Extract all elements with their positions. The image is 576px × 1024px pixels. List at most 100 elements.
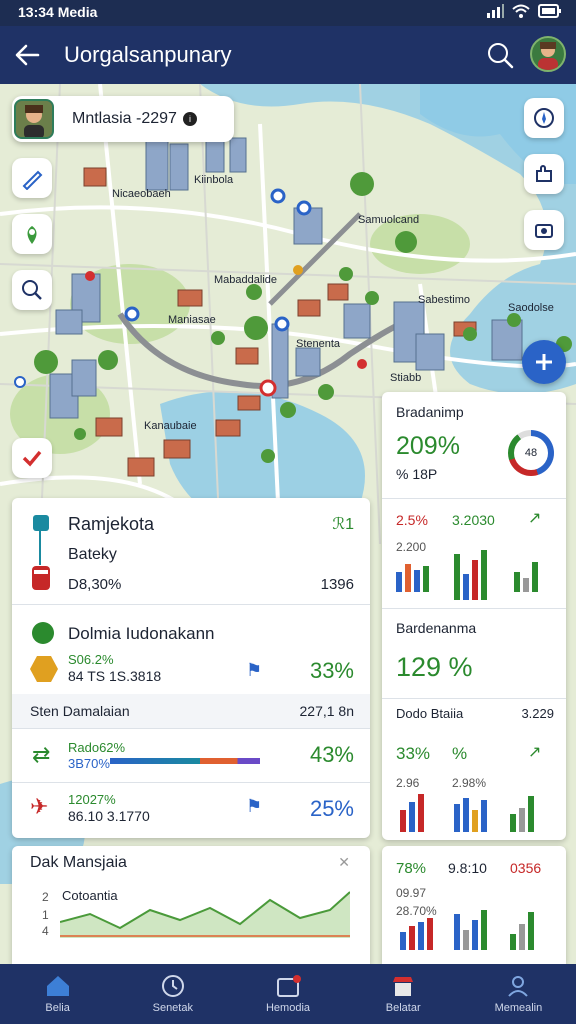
battery-icon [538, 4, 561, 18]
inbox-icon [277, 975, 301, 997]
signal-icon [487, 4, 504, 18]
stat-bars-row-a[interactable]: 2.5% 3.2030 ↗ 2.200 [382, 498, 566, 608]
nav-label: Senetak [152, 1002, 193, 1014]
summary-title: Ramjekota [68, 514, 155, 534]
layers-button[interactable] [524, 154, 564, 194]
trend-tick: 4 [42, 924, 49, 938]
stat-c: 0356 [510, 860, 542, 876]
summary-row-d[interactable]: ✈ 12027% 86.10 3.1770 ⚑ 25% [12, 782, 370, 838]
stat-bars-row-b[interactable]: Dodo Btaiia 3.229 33% % ↗ 2.96 2.98% [382, 698, 566, 840]
compass-button[interactable] [524, 98, 564, 138]
info-icon[interactable]: i [182, 112, 197, 126]
store-icon [393, 977, 414, 996]
add-location-button[interactable] [522, 340, 566, 384]
map-pin-icon [27, 226, 37, 244]
map-label: Kanaubaie [144, 420, 197, 432]
search-icon[interactable] [486, 41, 514, 69]
pin-tool-button[interactable] [12, 214, 52, 254]
map-label: Nicaeobaeh [112, 188, 171, 200]
stat-value: 3.229 [521, 706, 554, 721]
trend-line-chart [60, 891, 350, 938]
status-bar: 13:34 Media [0, 0, 576, 26]
pen-tool-button[interactable] [12, 158, 52, 198]
row-b-pct: 33% [309, 658, 354, 683]
trend-up-icon: ↗ [528, 510, 542, 527]
back-arrow-icon[interactable] [12, 40, 42, 70]
map-label: Maniasae [168, 314, 216, 326]
map-label: Sabestimo [418, 294, 470, 306]
summary-row-b2: Sten Damalaian 227,1 8n [12, 694, 370, 728]
plane-icon: ✈ [30, 794, 49, 819]
map-label: Samuolcand [358, 214, 420, 226]
app-bar: Uorgalsanpunary [0, 26, 576, 84]
home-icon [46, 976, 69, 996]
camera-button[interactable] [524, 210, 564, 250]
row-c-line1: Rado62% [68, 740, 126, 755]
pen-icon [22, 170, 43, 190]
donut-chart: 48 [508, 430, 554, 476]
trend-card[interactable]: Dak Mansjaia ✕ Cotoantia 2 1 4 [12, 846, 370, 964]
stats-panel: Bradanimp 209% % 18P 48 2.5% 3.2030 ↗ 2.… [382, 392, 566, 840]
status-icons [486, 4, 562, 18]
row-c-pct: 43% [309, 742, 354, 767]
stat-d: 2.98% [452, 776, 487, 790]
nav-home[interactable]: Belia [0, 964, 115, 1024]
map-label: Saodolse [508, 302, 554, 314]
summary-meta: D8,30% [68, 576, 122, 593]
profile-avatar[interactable] [530, 36, 566, 72]
map-label: Mabaddalide [214, 274, 277, 286]
clock-icon [161, 975, 184, 997]
expand-icon[interactable]: ✕ [338, 854, 350, 871]
stat-pct-row[interactable]: Bardenanma 129 % [382, 608, 566, 698]
battery-stack-icon [32, 515, 50, 590]
summary-row-a[interactable]: Ramjekota ℛ1 Bateky D8,30% 1396 [12, 498, 370, 604]
summary-value: 1396 [320, 576, 354, 593]
row-b2-label: Sten Damalaian [30, 703, 130, 719]
puzzle-icon [536, 165, 552, 182]
camera-icon [535, 224, 553, 238]
map-label: Kiinbola [194, 174, 234, 186]
person-icon [508, 976, 529, 997]
row-c-line2: 3B70% [68, 756, 110, 771]
check-tool-button[interactable] [12, 438, 52, 478]
stat-b: 9.8:10 [448, 860, 487, 876]
trend-tick: 1 [42, 908, 49, 922]
summary-badge: ℛ1 [332, 516, 354, 533]
stat-b: 3.2030 [452, 512, 495, 528]
bar-group [396, 550, 429, 592]
row-b-title: Dolmia Iudonakann [68, 624, 215, 643]
stat-b: % [452, 744, 468, 763]
row-c-progress [110, 758, 260, 764]
nav-label: Belatar [385, 1002, 421, 1014]
summary-row-b[interactable]: Dolmia Iudonakann S06.2% 84 TS 1S.3818 ⚑… [12, 604, 370, 694]
bottom-nav: Belia Senetak Hemodia Belatar Memealin [0, 964, 576, 1024]
bar-group [510, 790, 534, 832]
nav-profile[interactable]: Memealin [461, 964, 576, 1024]
row-b2-value: 227,1 8n [299, 703, 355, 719]
stat-a: 2.5% [396, 512, 428, 528]
stat-title: Dodo Btaiia [396, 706, 464, 721]
wifi-icon [512, 4, 530, 18]
summary-row-c[interactable]: ⇄ Rado62% 3B70% 43% [12, 728, 370, 782]
stat-sub: % 18P [396, 466, 438, 482]
bar-group [510, 908, 534, 950]
stats-panel-2[interactable]: 78% 9.8:10 0356 09.97 28.70% [382, 846, 566, 964]
row-d-line2: 86.10 3.1770 [68, 808, 150, 824]
bar-group [454, 908, 487, 950]
stat-c: 2.96 [396, 776, 420, 790]
location-card[interactable]: Mntlasia -2297 i [12, 96, 234, 142]
nav-label: Memealin [494, 1002, 543, 1014]
nav-store[interactable]: Belatar [346, 964, 461, 1024]
stat-donut-row[interactable]: Bradanimp 209% % 18P 48 [382, 392, 566, 498]
search-tool-button[interactable] [12, 270, 52, 310]
trend-title: Dak Mansjaia [30, 854, 127, 871]
hexagon-icon [30, 656, 58, 682]
bar-group [454, 790, 487, 832]
status-time: 13:34 Media [18, 4, 98, 20]
nav-clock[interactable]: Senetak [115, 964, 230, 1024]
nav-inbox[interactable]: Hemodia [230, 964, 345, 1024]
magnify-icon [22, 280, 42, 300]
map-label: Stenenta [296, 338, 341, 350]
compass-icon [534, 108, 554, 128]
bar-group [400, 790, 424, 832]
